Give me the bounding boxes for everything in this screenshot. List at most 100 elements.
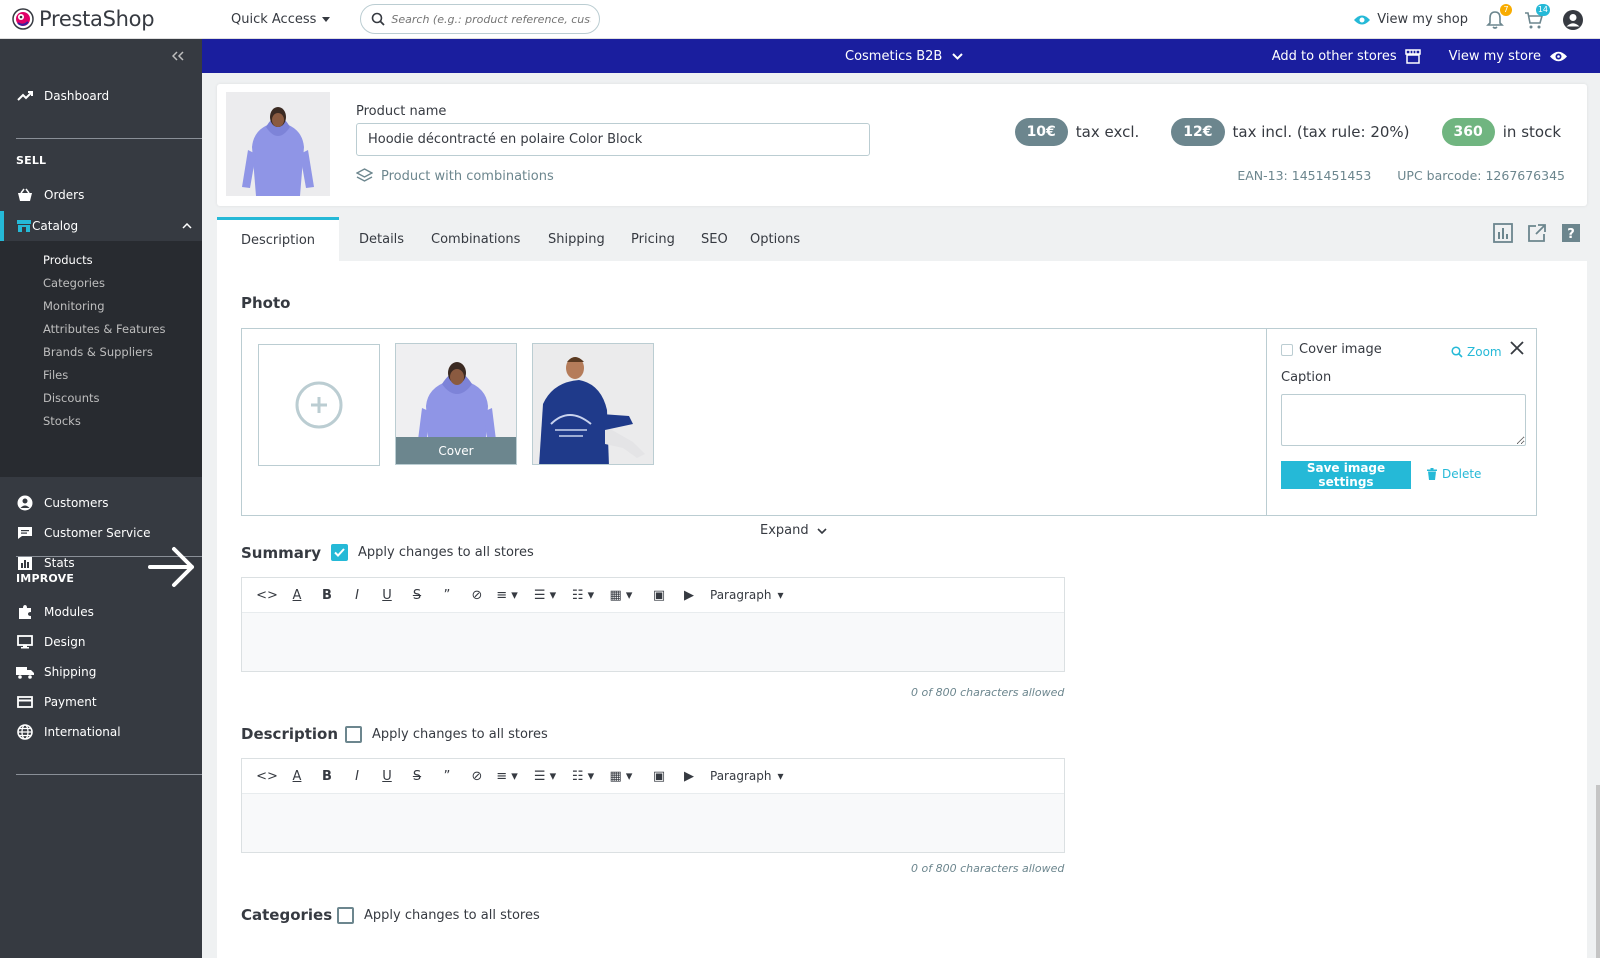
delete-image-link[interactable]: Delete [1427, 467, 1481, 481]
sidebar-item-payment[interactable]: Payment [0, 687, 202, 717]
summary-apply-all-stores[interactable]: Apply changes to all stores [331, 544, 534, 561]
credit-card-icon [17, 696, 33, 708]
link-icon[interactable]: ⊘ [462, 764, 492, 788]
external-link-icon[interactable] [1527, 223, 1547, 243]
tab-description[interactable]: Description [217, 217, 340, 261]
sidebar-subitem-discounts[interactable]: Discounts [43, 391, 99, 405]
tab-options[interactable]: Options [750, 217, 800, 261]
blockquote-icon[interactable]: ” [432, 764, 462, 788]
sidebar-subitem-monitoring[interactable]: Monitoring [43, 299, 105, 313]
sidebar-item-shipping[interactable]: Shipping [0, 657, 202, 687]
align-dropdown-icon[interactable]: ≡ ▾ [492, 764, 522, 788]
tab-shipping[interactable]: Shipping [548, 217, 605, 261]
zoom-link[interactable]: Zoom [1451, 345, 1502, 359]
sidebar-item-customer-service[interactable]: Customer Service [0, 518, 202, 548]
sidebar-item-customers[interactable]: Customers [0, 488, 202, 518]
sidebar-subitem-brands-suppliers[interactable]: Brands & Suppliers [43, 345, 153, 359]
save-image-settings-button[interactable]: Save image settings [1281, 461, 1411, 489]
add-image-button[interactable] [258, 344, 380, 466]
employee-menu[interactable] [1562, 9, 1584, 31]
view-my-store-button[interactable]: View my store [1449, 49, 1568, 64]
summary-apply-checkbox[interactable] [331, 544, 348, 561]
logo[interactable]: PrestaShop [12, 7, 212, 31]
table-icon[interactable]: ▦ ▾ [606, 583, 636, 607]
blockquote-icon[interactable]: ” [432, 583, 462, 607]
expand-gallery-button[interactable]: Expand [760, 523, 827, 538]
link-icon[interactable]: ⊘ [462, 583, 492, 607]
media-icon[interactable]: ▶ [674, 764, 704, 788]
stats-icon[interactable] [1493, 223, 1513, 243]
cover-label: Cover [396, 437, 516, 464]
collapse-sidebar-button[interactable] [172, 51, 184, 61]
italic-icon[interactable]: I [342, 583, 372, 607]
close-icon[interactable] [1510, 341, 1524, 355]
search-input[interactable] [391, 12, 592, 26]
notifications-bell[interactable]: 7 [1486, 3, 1512, 30]
text-color-icon[interactable]: A [282, 583, 312, 607]
tab-seo[interactable]: SEO [701, 217, 728, 261]
sidebar-subitem-files[interactable]: Files [43, 368, 68, 382]
sidebar-item-international[interactable]: International [0, 717, 202, 747]
add-to-other-stores-button[interactable]: Add to other stores [1272, 49, 1421, 64]
underline-icon[interactable]: U [372, 764, 402, 788]
price-tax-excl-badge: 10€ [1014, 118, 1068, 146]
source-code-icon[interactable]: <> [252, 583, 282, 607]
sidebar-item-modules[interactable]: Modules [0, 597, 202, 627]
underline-icon[interactable]: U [372, 583, 402, 607]
customer-notifications[interactable]: 14 [1524, 3, 1550, 30]
summary-editor-body[interactable] [242, 613, 1064, 671]
categories-apply-checkbox[interactable] [337, 907, 354, 924]
sidebar-subitem-attributes-features[interactable]: Attributes & Features [43, 322, 166, 336]
product-name-input[interactable] [356, 123, 870, 156]
bold-icon[interactable]: B [312, 583, 342, 607]
tab-combinations[interactable]: Combinations [431, 217, 520, 261]
help-icon[interactable]: ? [1561, 223, 1581, 243]
sidebar-item-orders[interactable]: Orders [0, 180, 202, 210]
media-icon[interactable]: ▶ [674, 583, 704, 607]
quick-access-dropdown[interactable]: Quick Access [231, 12, 331, 27]
sidebar-subitem-products[interactable]: Products [43, 253, 93, 267]
description-apply-all-stores[interactable]: Apply changes to all stores [345, 726, 548, 743]
description-editor-body[interactable] [242, 794, 1064, 852]
scrollbar[interactable] [1596, 785, 1600, 958]
bold-icon[interactable]: B [312, 764, 342, 788]
source-code-icon[interactable]: <> [252, 764, 282, 788]
store-bar: Cosmetics B2B Add to other stores View m… [202, 39, 1600, 73]
italic-icon[interactable]: I [342, 764, 372, 788]
numbered-list-icon[interactable]: ☷ ▾ [568, 583, 598, 607]
summary-char-counter: 0 of 800 characters allowed [911, 686, 1065, 699]
view-my-shop-link[interactable]: View my shop [1353, 12, 1468, 27]
checkbox[interactable] [1281, 343, 1293, 356]
sidebar-subitem-categories[interactable]: Categories [43, 276, 105, 290]
bullet-list-icon[interactable]: ☰ ▾ [530, 583, 560, 607]
sidebar-item-catalog[interactable]: Catalog [0, 211, 202, 241]
product-image-2[interactable] [532, 343, 654, 465]
paragraph-format-dropdown[interactable]: Paragraph ▾ [710, 769, 784, 783]
image-icon[interactable]: ▣ [644, 764, 674, 788]
caption-textarea[interactable] [1281, 394, 1526, 446]
sidebar-item-dashboard[interactable]: Dashboard [0, 81, 202, 111]
strikethrough-icon[interactable]: S [402, 583, 432, 607]
align-dropdown-icon[interactable]: ≡ ▾ [492, 583, 522, 607]
product-image-cover[interactable]: Cover [395, 343, 517, 465]
search-box[interactable] [360, 4, 601, 34]
bullet-list-icon[interactable]: ☰ ▾ [530, 764, 560, 788]
tab-pricing[interactable]: Pricing [631, 217, 675, 261]
strikethrough-icon[interactable]: S [402, 764, 432, 788]
summary-apply-label: Apply changes to all stores [358, 545, 534, 560]
paragraph-label: Paragraph [710, 769, 772, 783]
paragraph-format-dropdown[interactable]: Paragraph ▾ [710, 588, 784, 602]
store-selector[interactable]: Cosmetics B2B [845, 39, 964, 73]
categories-apply-all-stores[interactable]: Apply changes to all stores [337, 907, 540, 924]
product-type-selector[interactable]: Product with combinations [356, 168, 554, 184]
sidebar-item-design[interactable]: Design [0, 627, 202, 657]
numbered-list-icon[interactable]: ☷ ▾ [568, 764, 598, 788]
image-icon[interactable]: ▣ [644, 583, 674, 607]
cover-image-checkbox[interactable]: Cover image [1281, 342, 1382, 357]
sidebar-subitem-stocks[interactable]: Stocks [43, 414, 81, 428]
table-icon[interactable]: ▦ ▾ [606, 764, 636, 788]
description-apply-checkbox[interactable] [345, 726, 362, 743]
product-codes: EAN-13: 1451451453 UPC barcode: 12676763… [1237, 168, 1565, 183]
text-color-icon[interactable]: A [282, 764, 312, 788]
tab-details[interactable]: Details [359, 217, 404, 261]
